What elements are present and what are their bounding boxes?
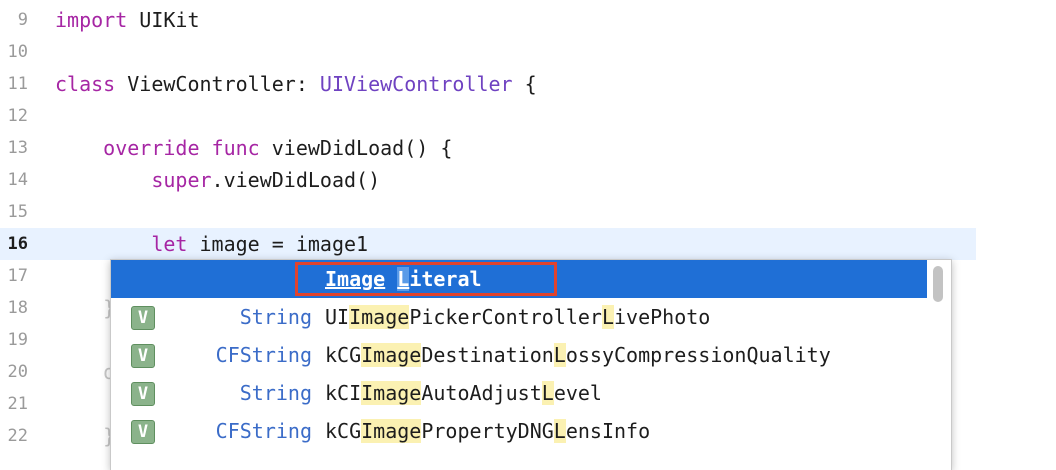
completion-name-part: L [553, 419, 566, 443]
completion-name-part: Destination [421, 343, 554, 367]
completion-name: kCIImageAutoAdjustLevel [325, 374, 602, 412]
completion-name-part: kCG [325, 343, 362, 367]
completion-name-part: UI [325, 305, 350, 329]
code-token: image = image1 [187, 232, 369, 256]
completion-name-part: L [601, 305, 615, 329]
completion-item[interactable]: V CFString kCGImageDestinationLossyCompres… [111, 336, 927, 374]
variable-kind-icon: V [131, 344, 155, 368]
code-token: import [55, 8, 128, 32]
completion-name-part: L [541, 381, 554, 405]
completion-name-part: Image [361, 343, 422, 367]
code-token: { [512, 72, 537, 96]
code-line[interactable]: 16 let image = image1 [0, 228, 976, 260]
completion-type: CFString [215, 343, 312, 367]
line-number: 13 [7, 138, 28, 158]
completion-name-part: Image [349, 305, 410, 329]
completion-type: String [239, 381, 312, 405]
code-token: override func [55, 136, 260, 160]
completion-name-part: Image [361, 419, 422, 443]
completion-name-part: Image [361, 381, 422, 405]
code-text: let image = image1 [55, 228, 368, 260]
completion-type: String [239, 305, 312, 329]
completion-name-part: evel [553, 381, 602, 405]
line-number: 12 [7, 106, 28, 126]
code-line[interactable]: 15 [0, 196, 976, 228]
code-text: import UIKit [55, 4, 200, 36]
code-text: } [55, 420, 115, 452]
variable-kind-icon: V [131, 420, 155, 444]
line-number: 17 [7, 266, 28, 286]
variable-kind-icon: V [131, 382, 155, 406]
line-number: 19 [7, 330, 28, 350]
code-line[interactable]: 9 import UIKit [0, 4, 976, 36]
completion-name-part: AutoAdjust [421, 381, 542, 405]
line-number: 18 [7, 298, 28, 318]
code-token: class [55, 72, 116, 96]
annotation-highlight-box [295, 262, 557, 296]
code-token: let [55, 232, 188, 256]
code-line[interactable]: 13 override func viewDidLoad() { [0, 132, 976, 164]
code-line[interactable]: 11 class ViewController: UIViewController… [0, 68, 976, 100]
completion-name-part: kCI [325, 381, 362, 405]
completion-name: UIImagePickerControllerLivePhoto [325, 298, 710, 336]
code-token: } [55, 296, 116, 320]
line-number: 11 [7, 74, 28, 94]
completion-name-part: PropertyDNG [421, 419, 554, 443]
line-number: 21 [7, 394, 28, 414]
completion-name-part: ossyCompressionQuality [565, 343, 831, 367]
line-number: 20 [7, 362, 28, 382]
completion-name-part: PickerController [409, 305, 602, 329]
code-token: super [55, 168, 212, 192]
completion-item[interactable]: V String kCIImageAutoAdjustLevel [111, 374, 927, 412]
completion-name-part: ivePhoto [614, 305, 711, 329]
completion-item-image-literal[interactable]: Image Literal [111, 260, 927, 298]
line-number: 15 [7, 202, 28, 222]
code-token: UIViewController [319, 72, 513, 96]
completion-item[interactable]: V String UIImagePickerControllerLivePhoto [111, 298, 927, 336]
code-token: .viewDidLoad() [211, 168, 381, 192]
code-line[interactable]: 12 [0, 100, 976, 132]
line-number: 9 [17, 10, 28, 30]
code-text: override func viewDidLoad() { [55, 132, 452, 164]
code-token: } [55, 424, 116, 448]
variable-kind-icon: V [131, 306, 155, 330]
completion-name-part: kCG [325, 419, 362, 443]
code-token: viewDidLoad() { [259, 136, 453, 160]
code-text: super.viewDidLoad() [55, 164, 380, 196]
code-token: ViewController: [115, 72, 320, 96]
completion-name: kCGImageDestinationLossyCompressionQuali… [325, 336, 831, 374]
line-number: 10 [7, 42, 28, 62]
code-line[interactable]: 14 super.viewDidLoad() [0, 164, 976, 196]
line-number: 22 [7, 426, 28, 446]
code-line[interactable]: 10 [0, 36, 976, 68]
code-text: class ViewController: UIViewController { [55, 68, 537, 100]
completion-name-part: L [553, 343, 566, 367]
line-number: 14 [7, 170, 28, 190]
line-number: 16 [7, 234, 28, 254]
code-token: UIKit [127, 8, 200, 32]
completion-name-part: ensInfo [565, 419, 651, 443]
completion-name: kCGImagePropertyDNGLensInfo [325, 412, 650, 450]
code-text: } [55, 292, 115, 324]
completion-item[interactable]: V CFString kCGImagePropertyDNGLensInfo [111, 412, 927, 450]
autocomplete-popup[interactable]: Image Literal V String UIImagePickerContro… [110, 259, 952, 470]
popup-scrollbar[interactable] [933, 266, 943, 302]
completion-type: CFString [215, 419, 312, 443]
